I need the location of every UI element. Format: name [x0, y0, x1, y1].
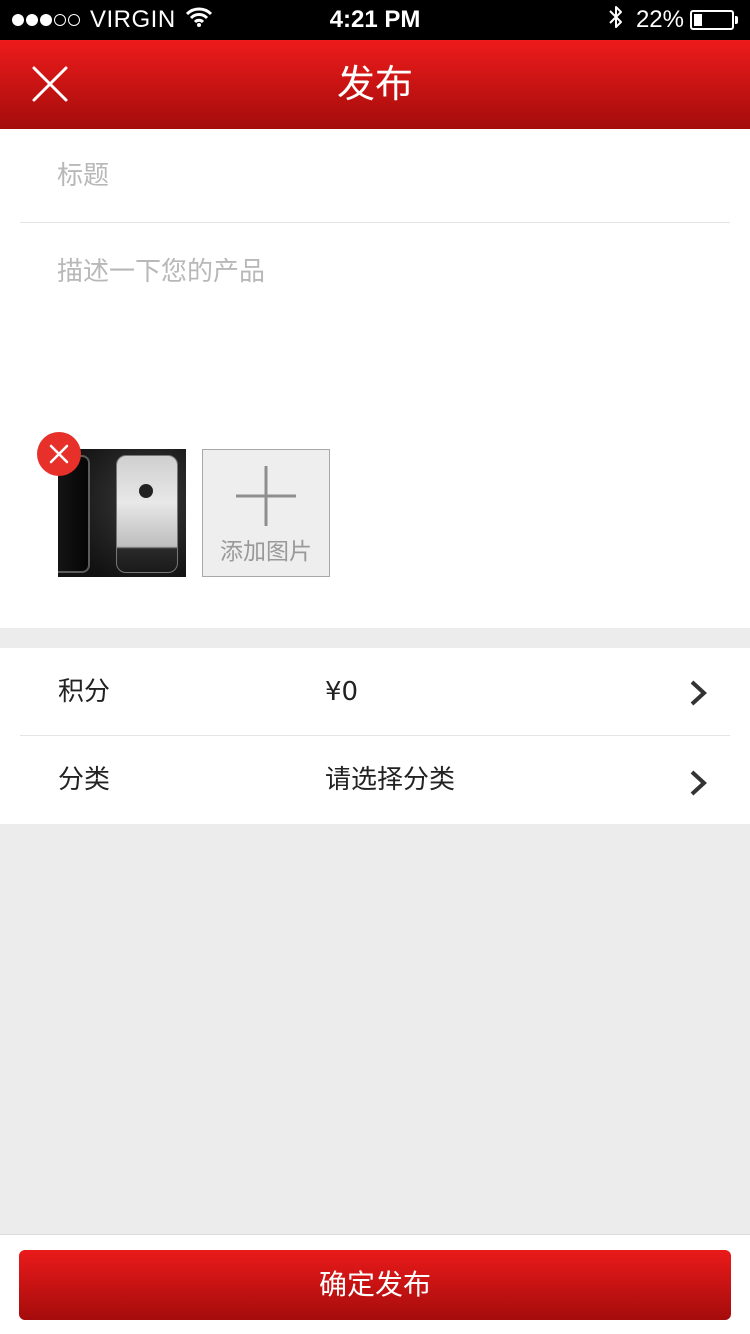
title-input[interactable]: [20, 129, 730, 223]
close-button[interactable]: [26, 60, 74, 108]
bottom-bar: 确定发布: [0, 1234, 750, 1334]
battery-icon: [690, 10, 734, 30]
add-photo-label: 添加图片: [220, 539, 312, 565]
description-input[interactable]: [20, 249, 730, 409]
plus-icon: [236, 466, 296, 526]
points-label: 积分: [58, 677, 111, 707]
screen: VIRGIN 4:21 PM 22% 发布 标题 描述一下您的产品 添加图片 积…: [0, 0, 750, 1334]
confirm-publish-button[interactable]: 确定发布: [19, 1250, 731, 1320]
battery-percent: 22%: [635, 6, 684, 33]
battery-level: [694, 14, 702, 26]
remove-photo-button[interactable]: [37, 432, 81, 476]
category-label: 分类: [58, 765, 111, 795]
page-title: 发布: [336, 62, 413, 106]
points-value: ¥0: [325, 677, 359, 707]
chevron-right-icon: [690, 770, 707, 796]
options-list: 积分 ¥0 分类 请选择分类: [0, 648, 750, 824]
points-row[interactable]: 积分 ¥0: [0, 648, 750, 736]
status-bar: VIRGIN 4:21 PM 22%: [0, 0, 750, 40]
chevron-right-icon: [690, 680, 707, 706]
bluetooth-icon: [608, 4, 624, 37]
post-form: 添加图片: [0, 129, 750, 628]
apple-logo-icon: [139, 484, 153, 498]
battery-tip: [735, 16, 738, 24]
category-value: 请选择分类: [325, 765, 456, 795]
status-right: 22%: [608, 0, 738, 40]
close-icon: [49, 444, 69, 464]
add-photo-button[interactable]: 添加图片: [202, 449, 330, 577]
phone-back-image: [116, 455, 178, 573]
category-row[interactable]: 分类 请选择分类: [0, 736, 750, 824]
close-icon: [32, 66, 68, 102]
nav-bar: 发布: [0, 40, 750, 129]
